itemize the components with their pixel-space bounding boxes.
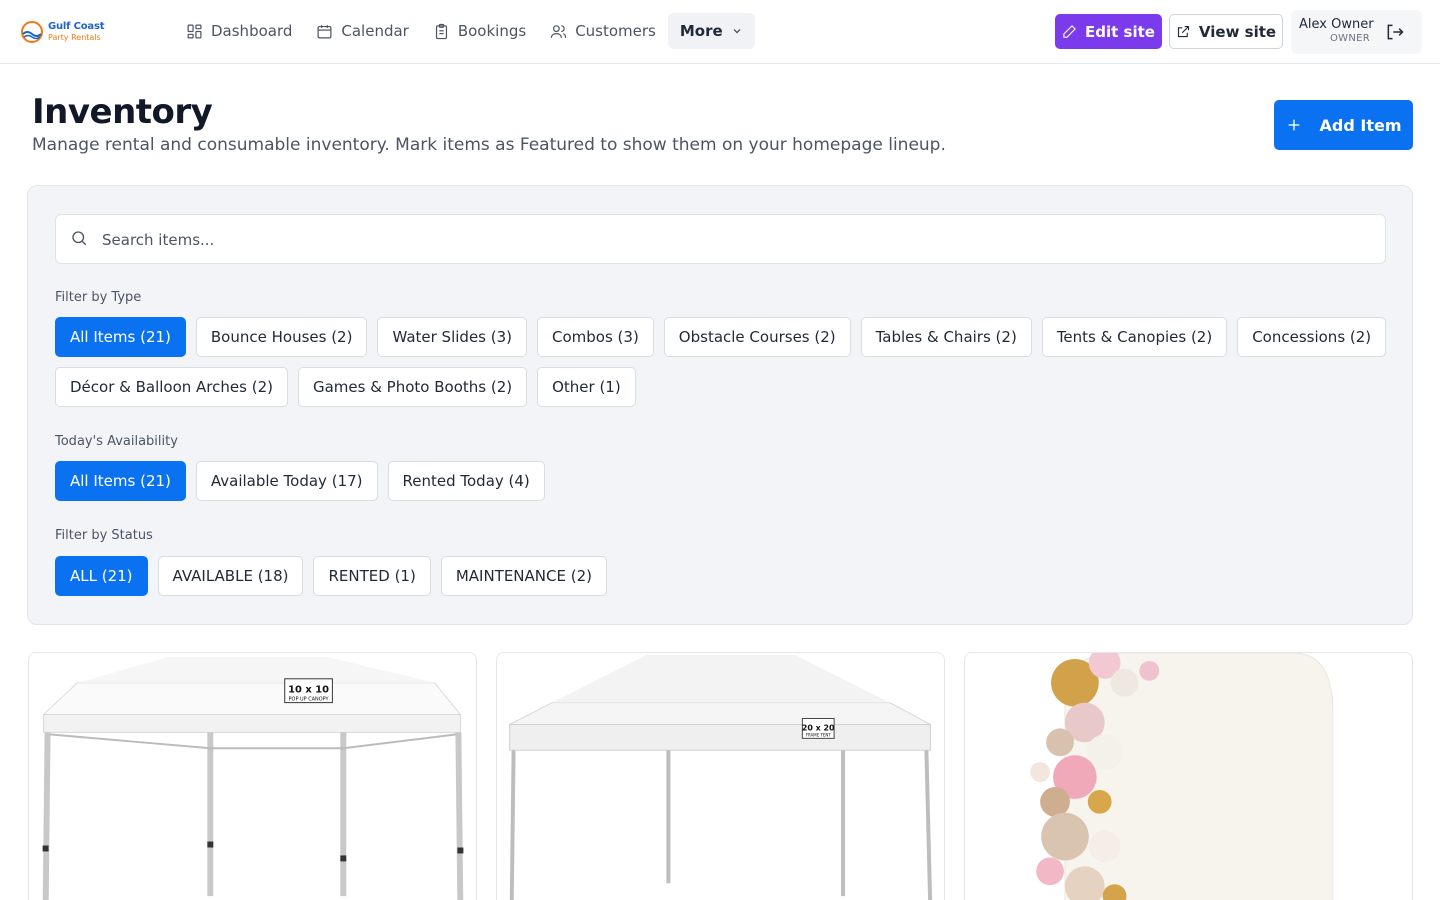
filter-panel: Filter by Type All Items (21) Bounce Hou… [27, 185, 1413, 625]
calendar-icon [317, 24, 332, 38]
grid-icon [187, 24, 202, 38]
add-item-button[interactable]: Add Item [1274, 100, 1413, 150]
filter-availability-chips: All Items (21) Available Today (17) Rent… [55, 461, 1395, 501]
page-title: Inventory [32, 92, 213, 132]
brand-tagline: Party Rentals [48, 33, 101, 42]
view-site-button[interactable]: View site [1169, 14, 1283, 49]
frame-tent-image: 20 x 20 FRAME TENT [497, 653, 944, 900]
pencil-icon [1063, 25, 1076, 38]
nav-item-calendar[interactable]: Calendar [304, 13, 420, 49]
search-box [55, 214, 1386, 264]
user-role: OWNER [1329, 33, 1370, 44]
page-subtitle: Manage rental and consumable inventory. … [32, 135, 946, 155]
sun-wave-logo-icon [21, 21, 43, 43]
inventory-card[interactable]: 10 x 10 POP UP CANOPY [28, 652, 477, 900]
type-chip-obstacle-courses[interactable]: Obstacle Courses (2) [663, 317, 851, 357]
plus-icon [1288, 119, 1299, 131]
filter-type-label: Filter by Type [55, 290, 142, 305]
sign-size: 20 x 20 [802, 723, 835, 732]
logout-icon [1387, 24, 1404, 40]
edit-site-button[interactable]: Edit site [1055, 14, 1162, 49]
balloon-arch-image [965, 653, 1412, 900]
inventory-card[interactable] [964, 652, 1413, 900]
logout-button[interactable] [1385, 22, 1405, 42]
status-chip-all[interactable]: ALL (21) [55, 556, 148, 596]
sign-caption: POP UP CANOPY [289, 697, 330, 703]
external-link-icon [1177, 25, 1189, 38]
filter-status-chips: ALL (21) AVAILABLE (18) RENTED (1) MAINT… [55, 556, 1395, 596]
filter-availability-label: Today's Availability [55, 434, 178, 449]
brand-name: Gulf Coast [48, 21, 105, 32]
type-chip-tents-canopies[interactable]: Tents & Canopies (2) [1041, 317, 1228, 357]
type-chip-other[interactable]: Other (1) [537, 367, 636, 407]
type-chip-combos[interactable]: Combos (3) [537, 317, 654, 357]
nav-more-label: More [679, 22, 723, 40]
type-chip-games-photo-booths[interactable]: Games & Photo Booths (2) [297, 367, 528, 407]
filter-type-chips: All Items (21) Bounce Houses (2) Water S… [55, 317, 1395, 407]
nav-item-dashboard[interactable]: Dashboard [174, 13, 304, 49]
clipboard-icon [435, 23, 447, 39]
add-item-label: Add Item [1319, 115, 1402, 135]
edit-site-label: Edit site [1085, 22, 1155, 41]
type-chip-all[interactable]: All Items (21) [55, 317, 186, 357]
nav-item-label: Bookings [457, 22, 527, 40]
search-input[interactable] [102, 225, 1372, 255]
search-icon [72, 231, 87, 246]
status-chip-available[interactable]: AVAILABLE (18) [157, 556, 304, 596]
availability-chip-all[interactable]: All Items (21) [55, 461, 186, 501]
type-chip-concessions[interactable]: Concessions (2) [1237, 317, 1387, 357]
type-chip-tables-chairs[interactable]: Tables & Chairs (2) [860, 317, 1032, 357]
filter-status-label: Filter by Status [55, 528, 153, 543]
status-chip-maintenance[interactable]: MAINTENANCE (2) [440, 556, 607, 596]
users-icon [551, 24, 567, 38]
nav-item-bookings[interactable]: Bookings [421, 13, 538, 49]
chevron-down-icon [733, 29, 741, 34]
availability-chip-available-today[interactable]: Available Today (17) [195, 461, 378, 501]
top-navigation-bar: Gulf Coast Party Rentals Dashboard Calen… [0, 0, 1440, 64]
availability-chip-rented-today[interactable]: Rented Today (4) [387, 461, 545, 501]
tent-canopy-image: 10 x 10 POP UP CANOPY [29, 653, 476, 900]
type-chip-decor-balloon-arches[interactable]: Décor & Balloon Arches (2) [55, 367, 288, 407]
user-name: Alex Owner [1299, 17, 1374, 32]
sign-caption: FRAME TENT [806, 732, 832, 737]
sign-size: 10 x 10 [288, 685, 329, 696]
user-menu: Alex Owner OWNER [1291, 10, 1422, 54]
status-chip-rented[interactable]: RENTED (1) [313, 556, 431, 596]
view-site-label: View site [1198, 22, 1277, 41]
brand-logo[interactable]: Gulf Coast Party Rentals [20, 18, 120, 46]
nav-item-customers[interactable]: Customers [538, 13, 668, 49]
main-nav: Dashboard Calendar Bookings Customers Mo… [174, 13, 755, 49]
type-chip-bounce-houses[interactable]: Bounce Houses (2) [195, 317, 368, 357]
inventory-card[interactable]: 20 x 20 FRAME TENT [496, 652, 945, 900]
nav-item-label: Dashboard [211, 22, 293, 40]
nav-item-label: Customers [575, 22, 656, 40]
nav-more-dropdown[interactable]: More [667, 13, 755, 49]
nav-item-label: Calendar [341, 22, 409, 40]
type-chip-water-slides[interactable]: Water Slides (3) [377, 317, 527, 357]
